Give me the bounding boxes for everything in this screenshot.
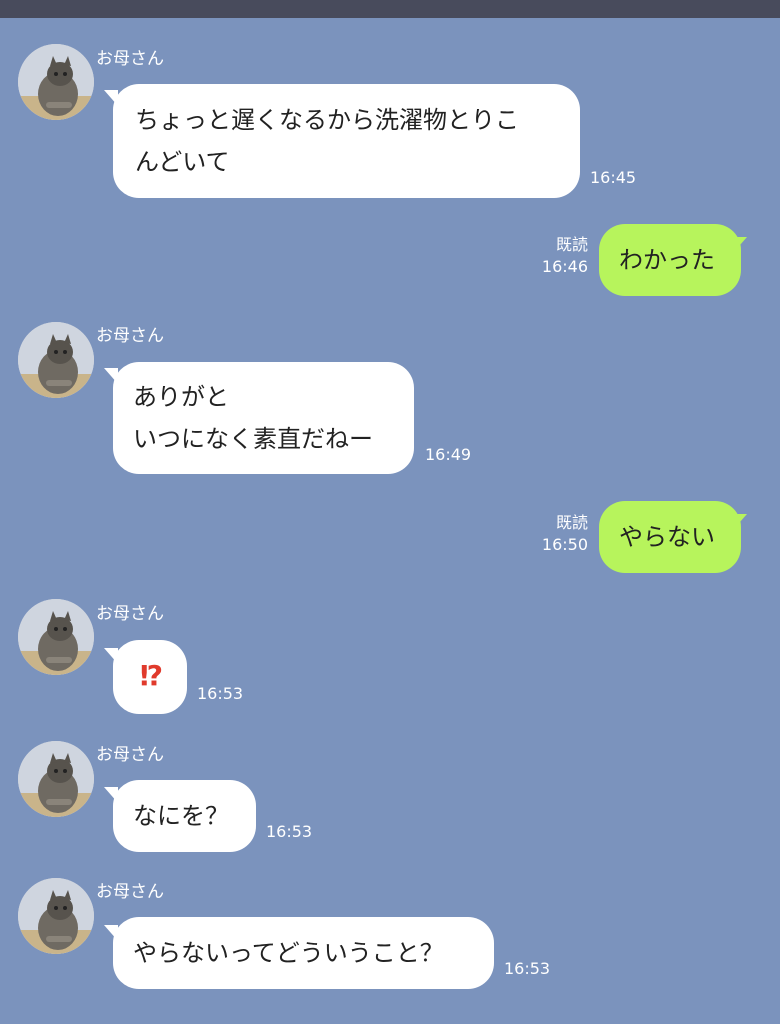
message-bubble[interactable]: ちょっと遅くなるから洗濯物とりこ んどいて — [113, 84, 580, 198]
message-line: ちょっと遅くなるから洗濯物とりこ — [135, 106, 519, 134]
message-line: なにを？ — [133, 802, 229, 830]
message-bubble[interactable]: ⁉ — [113, 640, 187, 714]
cat-avatar-icon[interactable] — [18, 878, 94, 954]
cat-avatar-icon[interactable] — [18, 44, 94, 120]
cat-avatar-icon[interactable] — [18, 322, 94, 398]
message-time: 16:49 — [425, 445, 472, 464]
message-time: 16:45 — [590, 168, 637, 187]
sender-name: お母さん — [96, 604, 164, 624]
exclamation-question-icon: ⁉ — [139, 659, 163, 692]
message-time: 16:50 — [541, 535, 588, 554]
message-bubble[interactable]: やらないってどういうこと？ — [113, 917, 494, 989]
read-receipt: 既読 — [555, 513, 588, 532]
cat-avatar-icon[interactable] — [18, 599, 94, 675]
message-time: 16:53 — [266, 822, 313, 841]
message-bubble[interactable]: わかった — [599, 224, 741, 296]
sender-name: お母さん — [96, 326, 164, 346]
message-line: んどいて — [135, 148, 230, 176]
status-bar — [0, 0, 780, 18]
message-time: 16:53 — [197, 684, 244, 703]
sender-name: お母さん — [96, 882, 164, 902]
message-bubble[interactable]: やらない — [599, 501, 741, 573]
read-receipt: 既読 — [555, 235, 588, 254]
message-line: ありがと — [133, 383, 229, 411]
message-line: やらないってどういうこと？ — [133, 939, 444, 967]
sender-name: お母さん — [96, 49, 164, 69]
message-meta: 既読 16:50 — [518, 512, 588, 556]
cat-avatar-icon[interactable] — [18, 741, 94, 817]
message-line: わかった — [619, 246, 715, 274]
message-line: いつになく素直だねー — [133, 425, 373, 453]
message-line: やらない — [619, 523, 715, 551]
message-bubble[interactable]: ありがと いつになく素直だねー — [113, 362, 414, 474]
message-time: 16:46 — [541, 257, 588, 276]
message-bubble[interactable]: なにを？ — [113, 780, 256, 852]
message-meta: 既読 16:46 — [518, 234, 588, 278]
sender-name: お母さん — [96, 745, 164, 765]
message-time: 16:53 — [504, 959, 551, 978]
